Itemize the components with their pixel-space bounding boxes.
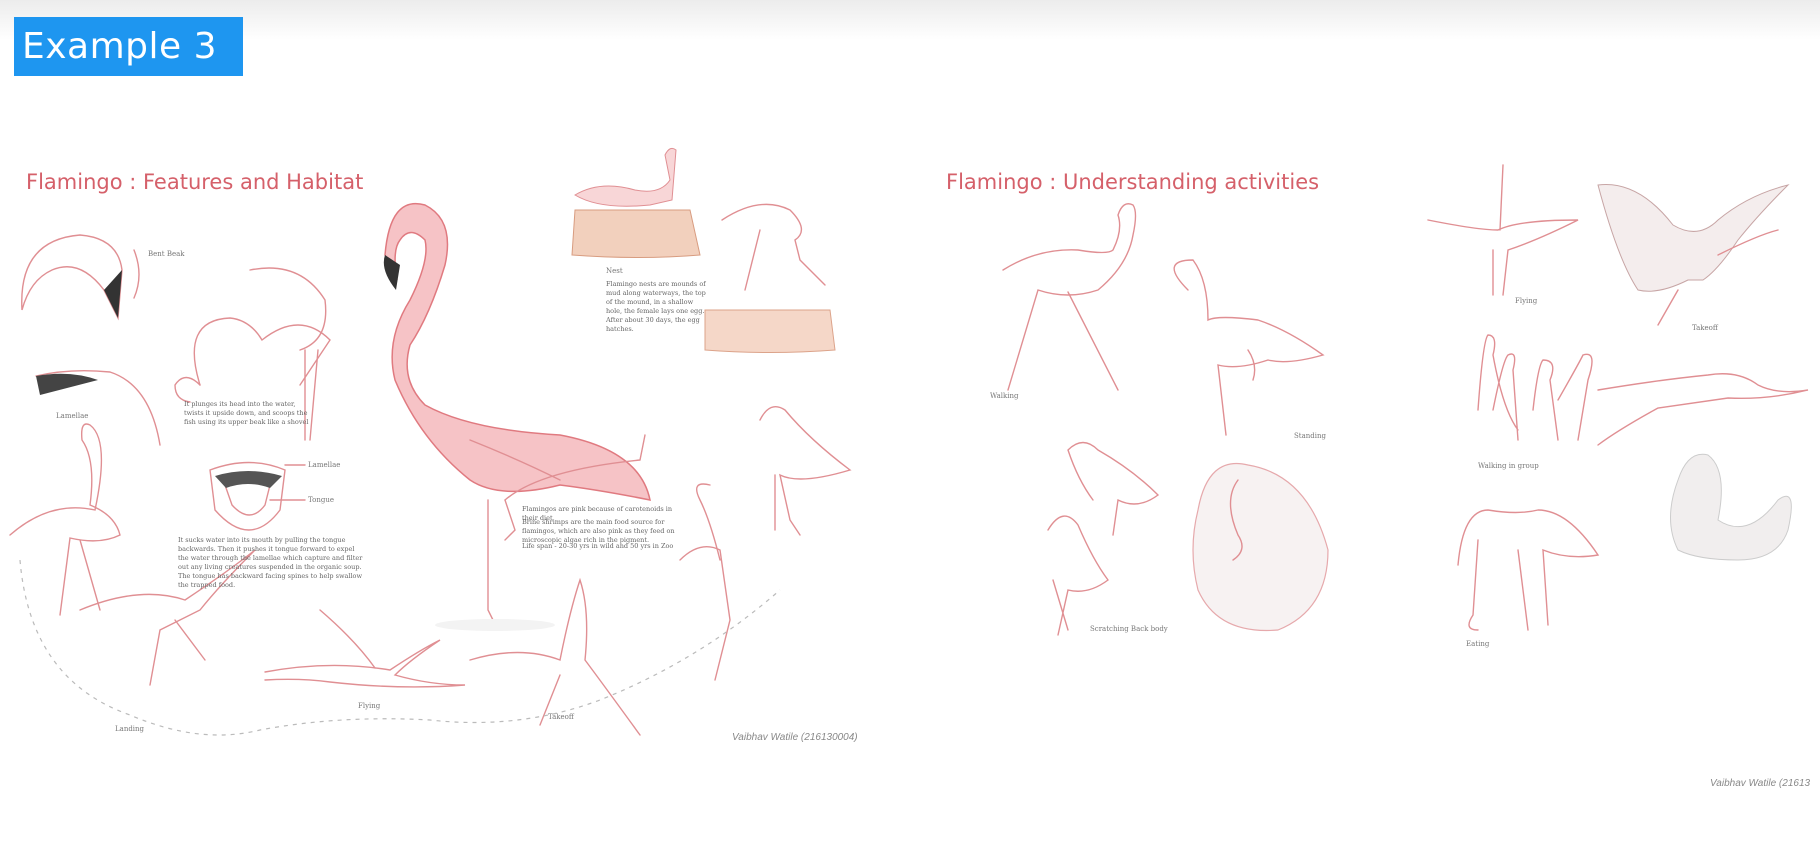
label-eating: Eating [1466,640,1490,648]
lamellae-head-illustration [35,369,161,446]
standing-flamingo-illustration [9,423,121,616]
understanding-activities-panel: Flamingo : Understanding activities Walk… [918,140,1820,800]
standing-flamingo-2-illustration [679,406,852,681]
label-landing: Landing [115,725,145,733]
flamingo-head-illustration [21,234,140,321]
flamingo-sketches-left [9,147,852,736]
eating-flamingo-illustration [1457,509,1600,631]
label-scratching: Scratching Back body [1090,625,1168,633]
tongue-text: It sucks water into its mouth by pulling… [178,536,363,589]
chick-nest-illustration [704,203,836,353]
standing-flamingo-illustration [1173,259,1325,436]
walking-group-illustration [1477,334,1593,441]
lifespan-text: Life span - 20-30 yrs in wild and 50 yrs… [522,542,674,550]
resting-flamingo-illustration [1670,453,1792,561]
features-habitat-panel: Flamingo : Features and Habitat Bent Bea… [0,140,905,800]
label-walking: Walking [990,392,1019,400]
nest-text: Flamingo nests are mounds of mud along w… [606,280,706,333]
walking-flamingo-illustration [1002,203,1137,391]
label-lamellae-diagram: Lamellae [308,461,341,469]
label-takeoff: Takeoff [1692,324,1718,332]
pink-text-2: Brine shrimps are the main food source f… [522,518,675,544]
label-takeoff: Takeoff [548,713,574,721]
label-nest: Nest [606,267,623,275]
migration-dashed-path [19,559,781,736]
preening-flamingo-illustration [1192,463,1329,632]
label-flying: Flying [1515,297,1538,305]
label-flying: Flying [358,702,381,710]
flying-flamingo-side-illustration [1597,373,1809,446]
example-badge: Example 3 [14,17,243,76]
label-standing: Standing [1294,432,1326,440]
label-walking-group: Walking in group [1478,462,1539,470]
takeoff-flamingo-illustration [1597,184,1790,326]
tongue-diagram [209,461,306,531]
flying-flamingo-illustration [264,609,466,688]
scratching-flamingo-illustration [1047,441,1160,636]
flamingo-sketches-right [1002,164,1809,636]
credit-left: Vaibhav Watile (216130004) [732,732,858,743]
credit-right: Vaibhav Watile (21613 [1710,778,1811,789]
flying-flamingo-top-illustration [1427,164,1579,296]
label-lamellae: Lamellae [56,412,89,420]
takeoff-flamingo-illustration [469,577,641,736]
feeding-text: It plunges its head into the water, twis… [184,400,309,426]
label-tongue: Tongue [308,496,334,504]
top-shade [0,0,1820,40]
nest-flamingo-illustration [571,147,701,258]
label-bent-beak: Bent Beak [148,250,185,258]
